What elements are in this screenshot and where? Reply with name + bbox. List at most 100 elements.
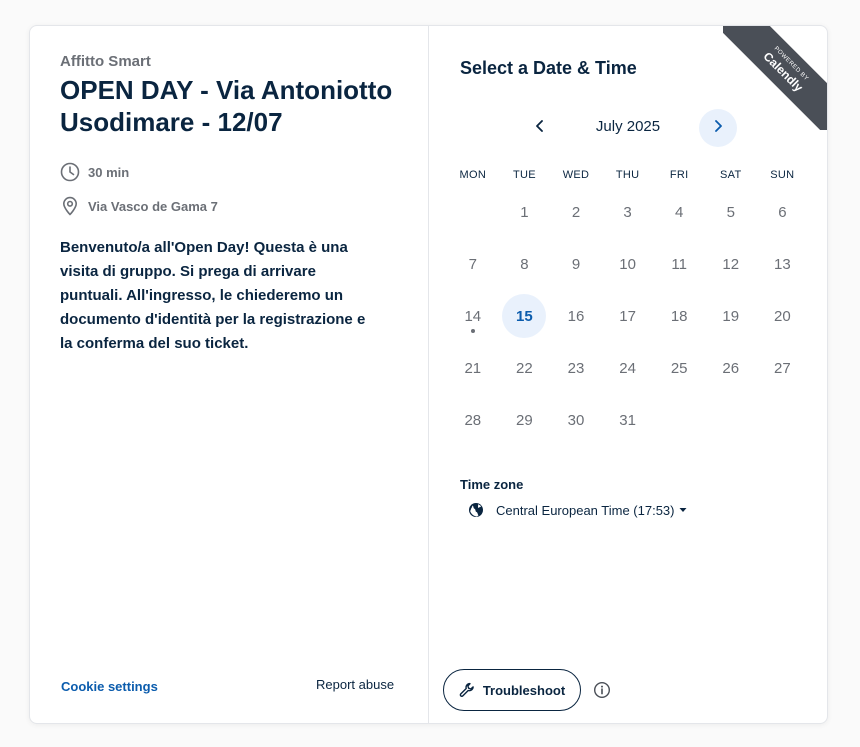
event-details-panel: Affitto Smart OPEN DAY - Via Antoniotto …	[30, 26, 429, 723]
calendar-day-number: 25	[670, 359, 688, 377]
calendar-day-number: 17	[619, 307, 636, 325]
weekday-fri: FRI	[669, 169, 689, 181]
calendar-day-5: 5	[705, 186, 757, 238]
calendar-day-14: 14	[447, 290, 499, 342]
event-location: Via Vasco de Gama 7	[60, 196, 218, 216]
calendar-day-18: 18	[653, 290, 705, 342]
calendar-empty-cell	[447, 186, 499, 238]
weekday-sat: SAT	[720, 169, 742, 181]
calendar-day-number: 8	[520, 255, 529, 273]
globe-icon	[468, 502, 484, 518]
calendar-day-9: 9	[550, 238, 602, 290]
timezone-dropdown[interactable]: Central European Time (17:53)	[468, 502, 688, 518]
info-button[interactable]	[593, 681, 611, 699]
calendar-day-7: 7	[447, 238, 499, 290]
select-date-title: Select a Date & Time	[460, 58, 637, 78]
calendar-day-number: 11	[671, 255, 687, 273]
caret-down-icon	[678, 505, 688, 515]
calendar-day-number: 6	[778, 203, 787, 221]
calendar-day-number: 3	[623, 203, 632, 221]
calendar-day-number: 28	[464, 411, 482, 429]
calendar-day-3: 3	[602, 186, 654, 238]
calendar-day-number: 31	[619, 411, 636, 429]
calendar-day-27: 27	[757, 342, 809, 394]
calendar-day-number: 19	[722, 307, 740, 325]
calendar-day-24: 24	[602, 342, 654, 394]
calendar-day-number: 24	[619, 359, 636, 377]
today-indicator	[470, 329, 475, 333]
calendar-day-23: 23	[550, 342, 602, 394]
calendar-day-number: 16	[567, 307, 585, 325]
weekday-thu: THU	[615, 169, 640, 181]
next-month-button[interactable]	[699, 109, 737, 147]
calendar-day-number: 4	[675, 203, 684, 221]
calendar-day-number: 13	[774, 255, 791, 273]
calendar-day-number: 2	[571, 203, 581, 221]
calendar-day-number: 1	[520, 203, 529, 221]
calendar-day-2: 2	[550, 186, 602, 238]
calendar-day-number: 27	[774, 359, 791, 377]
weekday-tue: TUE	[512, 169, 536, 181]
weekday-wed: WED	[562, 169, 590, 181]
calendar-day-number: 9	[571, 255, 581, 273]
calendar-day-1: 1	[499, 186, 551, 238]
calendar-day-10: 10	[602, 238, 654, 290]
timezone-value: Central European Time (17:53)	[496, 502, 675, 518]
calendar-day-number: 21	[464, 359, 482, 377]
timezone-label: Time zone	[460, 477, 524, 492]
chevron-right-icon	[711, 119, 725, 138]
booking-card: Affitto Smart OPEN DAY - Via Antoniotto …	[29, 25, 828, 724]
calendar-day-30: 30	[550, 394, 602, 446]
calendar-day-25: 25	[653, 342, 705, 394]
calendar-day-number: 23	[567, 359, 585, 377]
weekday-mon: MON	[459, 169, 487, 181]
date-time-panel: Select a Date & Time POWERED BY Calendly…	[429, 26, 827, 723]
calendar-day-6: 6	[757, 186, 809, 238]
calendar-day-12: 12	[705, 238, 757, 290]
calendar-day-21: 21	[447, 342, 499, 394]
calendar-day-4: 4	[653, 186, 705, 238]
event-title: OPEN DAY - Via Antoniotto Usodimare - 12…	[60, 75, 393, 137]
calendar-day-number: 30	[567, 411, 585, 429]
info-icon	[593, 681, 611, 699]
calendar-day-22: 22	[499, 342, 551, 394]
calendar-day-number: 15	[502, 294, 547, 338]
calendar-day-number: 29	[516, 411, 533, 429]
month-label: July 2025	[595, 118, 661, 135]
previous-month-button[interactable]	[521, 109, 559, 147]
report-abuse-link[interactable]: Report abuse	[316, 677, 394, 692]
calendar-day-11: 11	[653, 238, 705, 290]
calendar-day-20: 20	[757, 290, 809, 342]
weekday-sun: SUN	[770, 169, 795, 181]
map-pin-icon	[60, 196, 80, 216]
troubleshoot-label: Troubleshoot	[482, 682, 566, 698]
calendar-day-31: 31	[602, 394, 654, 446]
clock-icon	[60, 162, 80, 182]
event-description: Benvenuto/a all'Open Day! Questa è una v…	[60, 239, 366, 352]
calendar-day-number: 22	[516, 359, 533, 377]
month-navigation: July 2025	[521, 108, 741, 148]
event-duration: 30 min	[60, 162, 129, 182]
calendar-day-13: 13	[757, 238, 809, 290]
calendar-day-15[interactable]: 15	[499, 290, 551, 342]
calendar-day-28: 28	[447, 394, 499, 446]
calendar-day-29: 29	[499, 394, 551, 446]
calendar-day-8: 8	[499, 238, 551, 290]
calendar-day-number: 20	[774, 307, 791, 325]
calendar-day-26: 26	[705, 342, 757, 394]
weekday-header: MON TUE WED THU FRI SAT SUN	[447, 169, 819, 181]
organizer-name: Affitto Smart	[60, 53, 151, 70]
calendar-day-number: 5	[726, 203, 735, 221]
calendar-grid: 1 2 3 4 5 6 7 8 9 10 11 12 13 14 15 16 17 18 19 20 21 22 23 24 2…	[447, 186, 819, 446]
chevron-left-icon	[533, 119, 547, 138]
calendar-day-number: 12	[722, 255, 740, 273]
cookie-settings-link[interactable]: Cookie settings	[61, 679, 158, 694]
calendar-day-number: 7	[468, 255, 477, 273]
calendar-day-16: 16	[550, 290, 602, 342]
calendar-day-number: 26	[722, 359, 740, 377]
wrench-icon	[459, 682, 475, 698]
troubleshoot-button[interactable]: Troubleshoot	[443, 669, 581, 711]
calendar-day-19: 19	[705, 290, 757, 342]
duration-text: 30 min	[88, 164, 130, 180]
calendar-day-17: 17	[602, 290, 654, 342]
